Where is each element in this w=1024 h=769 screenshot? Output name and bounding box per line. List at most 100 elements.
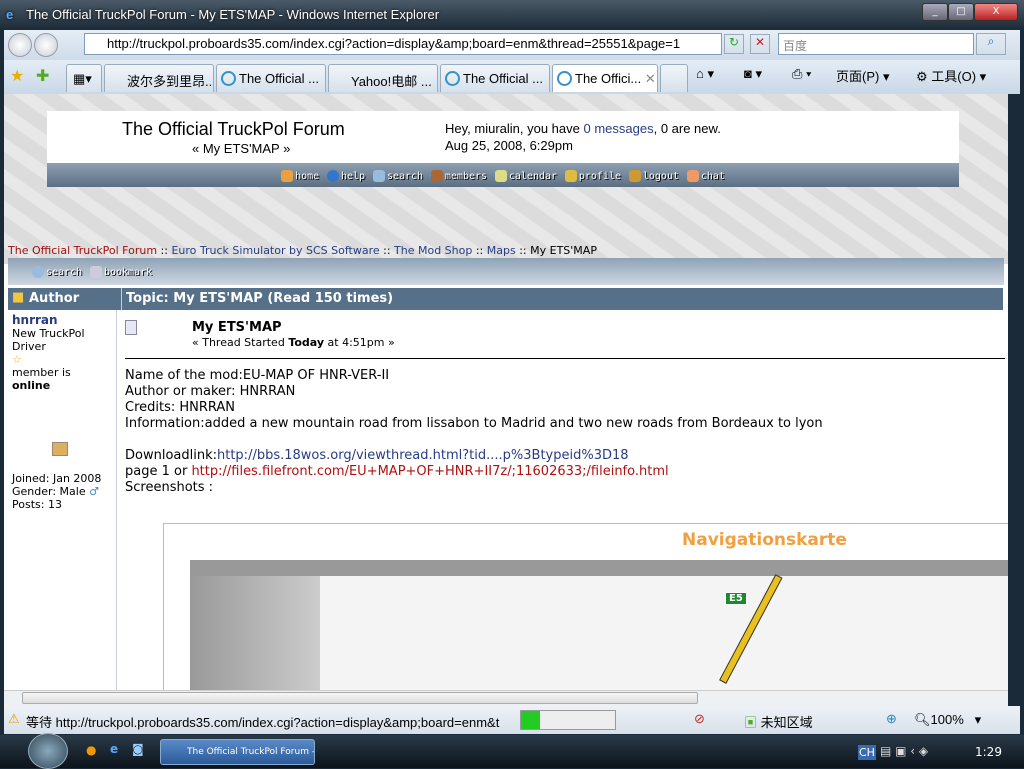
clock: 1:29 <box>975 745 1002 759</box>
home-icon[interactable]: ⌂ ▾ <box>696 66 714 82</box>
status-bar: ⚠ 等待 http://truckpol.proboards35.com/ind… <box>4 706 1020 734</box>
thread-search-button[interactable]: search <box>32 266 82 278</box>
quicklaunch-app-icon[interactable]: ◙ <box>132 742 144 756</box>
add-favorite-icon[interactable]: ✚ <box>36 66 49 85</box>
horizontal-scrollbar[interactable] <box>4 690 1008 706</box>
quicklaunch-icon[interactable]: ● <box>86 743 96 757</box>
protected-mode-icon[interactable]: ⊕ <box>886 711 897 727</box>
nav-home[interactable]: home <box>281 170 319 182</box>
road-label-e5: E5 <box>725 592 747 605</box>
rank-star-icon: ☆ <box>12 353 22 366</box>
url-text: http://truckpol.proboards35.com/index.cg… <box>107 36 681 51</box>
popup-blocked-icon[interactable]: ⊘ <box>694 711 705 727</box>
forum-title: The Official TruckPol Forum <box>122 119 345 139</box>
mod-name: Name of the mod:EU-MAP OF HNR-VER-II <box>125 368 390 383</box>
filefront-link[interactable]: http://files.filefront.com/EU+MAP+OF+HNR… <box>191 464 668 479</box>
screenshot-image: Navigationskarte E5 <box>163 523 1008 690</box>
tab-1[interactable]: 波尔多到里昂... <box>104 64 214 92</box>
zone-indicator[interactable]: ▣ 未知区域 <box>744 712 813 731</box>
taskbar-window-button[interactable]: The Official TruckPol Forum - ... <box>160 739 315 765</box>
close-tab-icon[interactable]: ✕ <box>645 71 656 86</box>
status-text: 等待 http://truckpol.proboards35.com/index… <box>26 715 500 730</box>
forum-header: The Official TruckPol Forum « My ETS'MAP… <box>47 111 959 163</box>
screenshots-label: Screenshots : <box>125 480 214 495</box>
thread-action-bar: search bookmark <box>8 258 1004 285</box>
scroll-thumb[interactable] <box>22 692 698 704</box>
ie-icon: e <box>6 7 14 22</box>
joined-date: Joined: Jan 2008 <box>12 472 102 485</box>
address-bar[interactable]: http://truckpol.proboards35.com/index.cg… <box>84 33 722 55</box>
navigation-map: E5 <box>190 560 1008 690</box>
nav-help[interactable]: help <box>327 170 365 182</box>
mod-credits: Credits: HNRRAN <box>125 400 236 415</box>
mod-author: Author or maker: HNRRAN <box>125 384 296 399</box>
crumb-maps[interactable]: Maps <box>487 244 516 257</box>
online-status: online <box>12 379 51 392</box>
minimize-button[interactable]: _ <box>922 3 948 21</box>
current-datetime: Aug 25, 2008, 6:29pm <box>445 138 573 153</box>
quicklaunch-ie-icon[interactable]: e <box>110 742 118 756</box>
image-title: Navigationskarte <box>682 530 847 550</box>
tools-menu[interactable]: ⚙ 工具(O) ▾ <box>916 66 986 85</box>
tab-2[interactable]: The Official ... <box>216 64 326 92</box>
loading-progress <box>520 710 616 730</box>
messages-link[interactable]: 0 messages <box>584 121 654 136</box>
refresh-button[interactable]: ↻ <box>724 34 744 54</box>
language-indicator[interactable]: CH <box>858 745 876 760</box>
nav-chat[interactable]: chat <box>686 170 725 182</box>
bookmark-button[interactable]: bookmark <box>89 266 152 278</box>
stop-button[interactable]: ✕ <box>750 34 770 54</box>
author-column-header: Author <box>29 291 80 306</box>
download-link[interactable]: http://bbs.18wos.org/viewthread.html?tid… <box>217 448 629 463</box>
gender: Gender: Male ♂ <box>12 485 99 498</box>
crumb-category[interactable]: Euro Truck Simulator by SCS Software <box>171 244 379 257</box>
zoom-control[interactable]: 🔍︎100% ▾ <box>914 712 981 728</box>
nav-logout[interactable]: logout <box>628 170 679 182</box>
crumb-forum[interactable]: The Official TruckPol Forum <box>8 244 157 257</box>
forward-button[interactable] <box>34 33 58 57</box>
page-label: page 1 or <box>125 464 192 479</box>
back-button[interactable] <box>8 33 32 57</box>
nav-search[interactable]: search <box>372 170 423 182</box>
page-menu[interactable]: 页面(P) ▾ <box>836 66 889 85</box>
title-bar: e The Official TruckPol Forum - My ETS'M… <box>0 0 1024 30</box>
search-button[interactable]: ⌕ <box>976 33 1006 55</box>
greeting: Hey, miuralin, you have 0 messages, 0 ar… <box>445 121 721 136</box>
address-row: http://truckpol.proboards35.com/index.cg… <box>4 30 1020 60</box>
new-tab-button[interactable] <box>660 64 688 92</box>
maximize-button[interactable]: □ <box>948 3 974 21</box>
thread-started: « Thread Started Today at 4:51pm » <box>192 336 395 349</box>
nav-profile[interactable]: profile <box>564 170 621 182</box>
thread-header: ■ Author Topic: My ETS'MAP (Read 150 tim… <box>8 288 1003 310</box>
male-icon: ♂ <box>89 485 99 498</box>
download-label: Downloadlink: <box>125 448 217 463</box>
print-icon[interactable]: ⎙ ▾ <box>792 66 811 82</box>
status-label: member is <box>12 366 71 379</box>
tray-icons[interactable]: ▤ ▣ ‹ ◈ <box>880 744 928 758</box>
tab-3[interactable]: Yahoo!电邮 ... <box>328 64 438 92</box>
post-divider <box>125 358 1005 359</box>
crumb-board[interactable]: The Mod Shop <box>394 244 472 257</box>
close-button[interactable]: X <box>974 3 1018 21</box>
tab-5-active[interactable]: The Offici... ✕ <box>552 64 658 92</box>
author-name-link[interactable]: hnrran <box>12 313 58 327</box>
nav-members[interactable]: members <box>430 170 487 182</box>
taskbar: ● e ◙ The Official TruckPol Forum - ... … <box>0 733 1024 769</box>
forum-subtitle: « My ETS'MAP » <box>192 141 291 156</box>
tab-row: ★ ✚ ▦▾ 波尔多到里昂... The Official ... Yahoo!… <box>4 60 1020 94</box>
profile-card-icon[interactable] <box>52 442 68 456</box>
feeds-icon[interactable]: ◙ ▾ <box>744 66 762 82</box>
post-text: Name of the mod:EU-MAP OF HNR-VER-II Aut… <box>125 368 823 496</box>
page-content: The Official TruckPol Forum « My ETS'MAP… <box>4 94 1008 690</box>
window-title: The Official TruckPol Forum - My ETS'MAP… <box>26 7 440 22</box>
folder-icon: ■ <box>12 290 25 305</box>
quick-tabs-button[interactable]: ▦▾ <box>66 64 102 92</box>
search-input[interactable]: 百度 <box>778 33 974 55</box>
nav-calendar[interactable]: calendar <box>494 170 557 182</box>
favorites-star-icon[interactable]: ★ <box>10 66 24 85</box>
breadcrumb: The Official TruckPol Forum :: Euro Truc… <box>8 244 597 257</box>
tab-4[interactable]: The Official ... <box>440 64 550 92</box>
warning-icon: ⚠ <box>8 711 20 726</box>
start-button[interactable] <box>28 733 68 769</box>
post-title: My ETS'MAP <box>192 320 282 335</box>
